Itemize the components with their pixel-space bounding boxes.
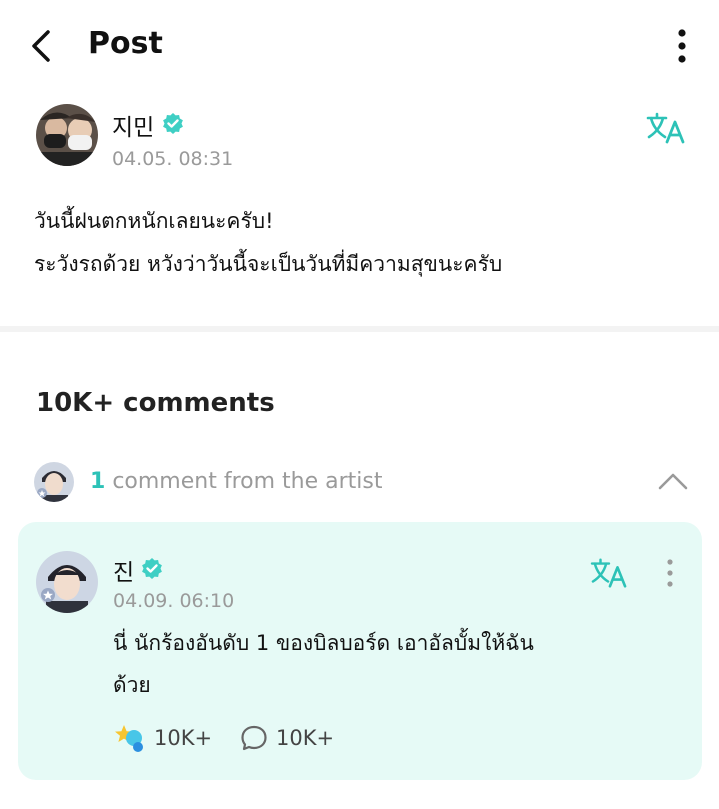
translate-button[interactable] bbox=[646, 110, 686, 146]
reply-bubble-icon bbox=[241, 725, 267, 751]
more-options-button[interactable] bbox=[668, 26, 696, 66]
comment-translate-button[interactable] bbox=[590, 556, 628, 590]
reply-count: 10K+ bbox=[276, 726, 335, 750]
collapse-button[interactable] bbox=[656, 468, 690, 494]
comment-more-button[interactable] bbox=[660, 556, 680, 590]
author-avatar[interactable] bbox=[36, 104, 98, 166]
translate-icon bbox=[646, 112, 685, 144]
cheer-count: 10K+ bbox=[154, 726, 213, 750]
comments-count: 10K+ comments bbox=[36, 388, 275, 418]
comment-author-name[interactable]: 진 bbox=[113, 553, 134, 587]
more-vertical-icon bbox=[667, 559, 673, 587]
artist-small-avatar bbox=[34, 462, 74, 502]
artist-comment-count: 1 bbox=[90, 469, 106, 494]
cheer-star-icon bbox=[115, 725, 143, 752]
more-vertical-icon bbox=[678, 29, 686, 63]
author-name[interactable]: 지민 bbox=[112, 108, 154, 142]
page-title: Post bbox=[88, 26, 163, 61]
cheer-button[interactable]: 10K+ bbox=[114, 722, 212, 754]
post-body-line: วันนี้ฝนตกหนักเลยนะครับ! bbox=[34, 209, 274, 233]
section-divider bbox=[0, 326, 719, 332]
back-arrow-icon bbox=[32, 30, 50, 62]
comment-body-line: ด้วย bbox=[113, 673, 151, 697]
post-date: 04.05. 08:31 bbox=[112, 148, 234, 170]
verified-badge-icon bbox=[163, 113, 183, 134]
artist-comment-label: comment from the artist bbox=[112, 469, 383, 494]
chevron-up-icon bbox=[658, 473, 688, 490]
post-body-line: ระวังรถด้วย หวังว่าวันนี้จะเป็นวันที่มีค… bbox=[34, 252, 503, 276]
back-button[interactable] bbox=[28, 26, 58, 66]
post-body: วันนี้ฝนตกหนักเลยนะครับ! ระวังรถด้วย หวั… bbox=[34, 200, 684, 286]
comment-date: 04.09. 06:10 bbox=[113, 590, 235, 612]
reply-button[interactable]: 10K+ bbox=[240, 722, 334, 754]
artist-comment-summary: 1 comment from the artist bbox=[90, 469, 382, 494]
verified-badge-icon bbox=[142, 558, 162, 579]
top-bar: Post bbox=[0, 0, 719, 92]
translate-icon bbox=[590, 558, 627, 588]
comment-author-avatar[interactable] bbox=[36, 551, 98, 613]
comment-body-line: นี่ นักร้องอันดับ 1 ของบิลบอร์ด เอาอัลบั… bbox=[113, 631, 534, 655]
comment-body: นี่ นักร้องอันดับ 1 ของบิลบอร์ด เอาอัลบั… bbox=[113, 622, 673, 706]
